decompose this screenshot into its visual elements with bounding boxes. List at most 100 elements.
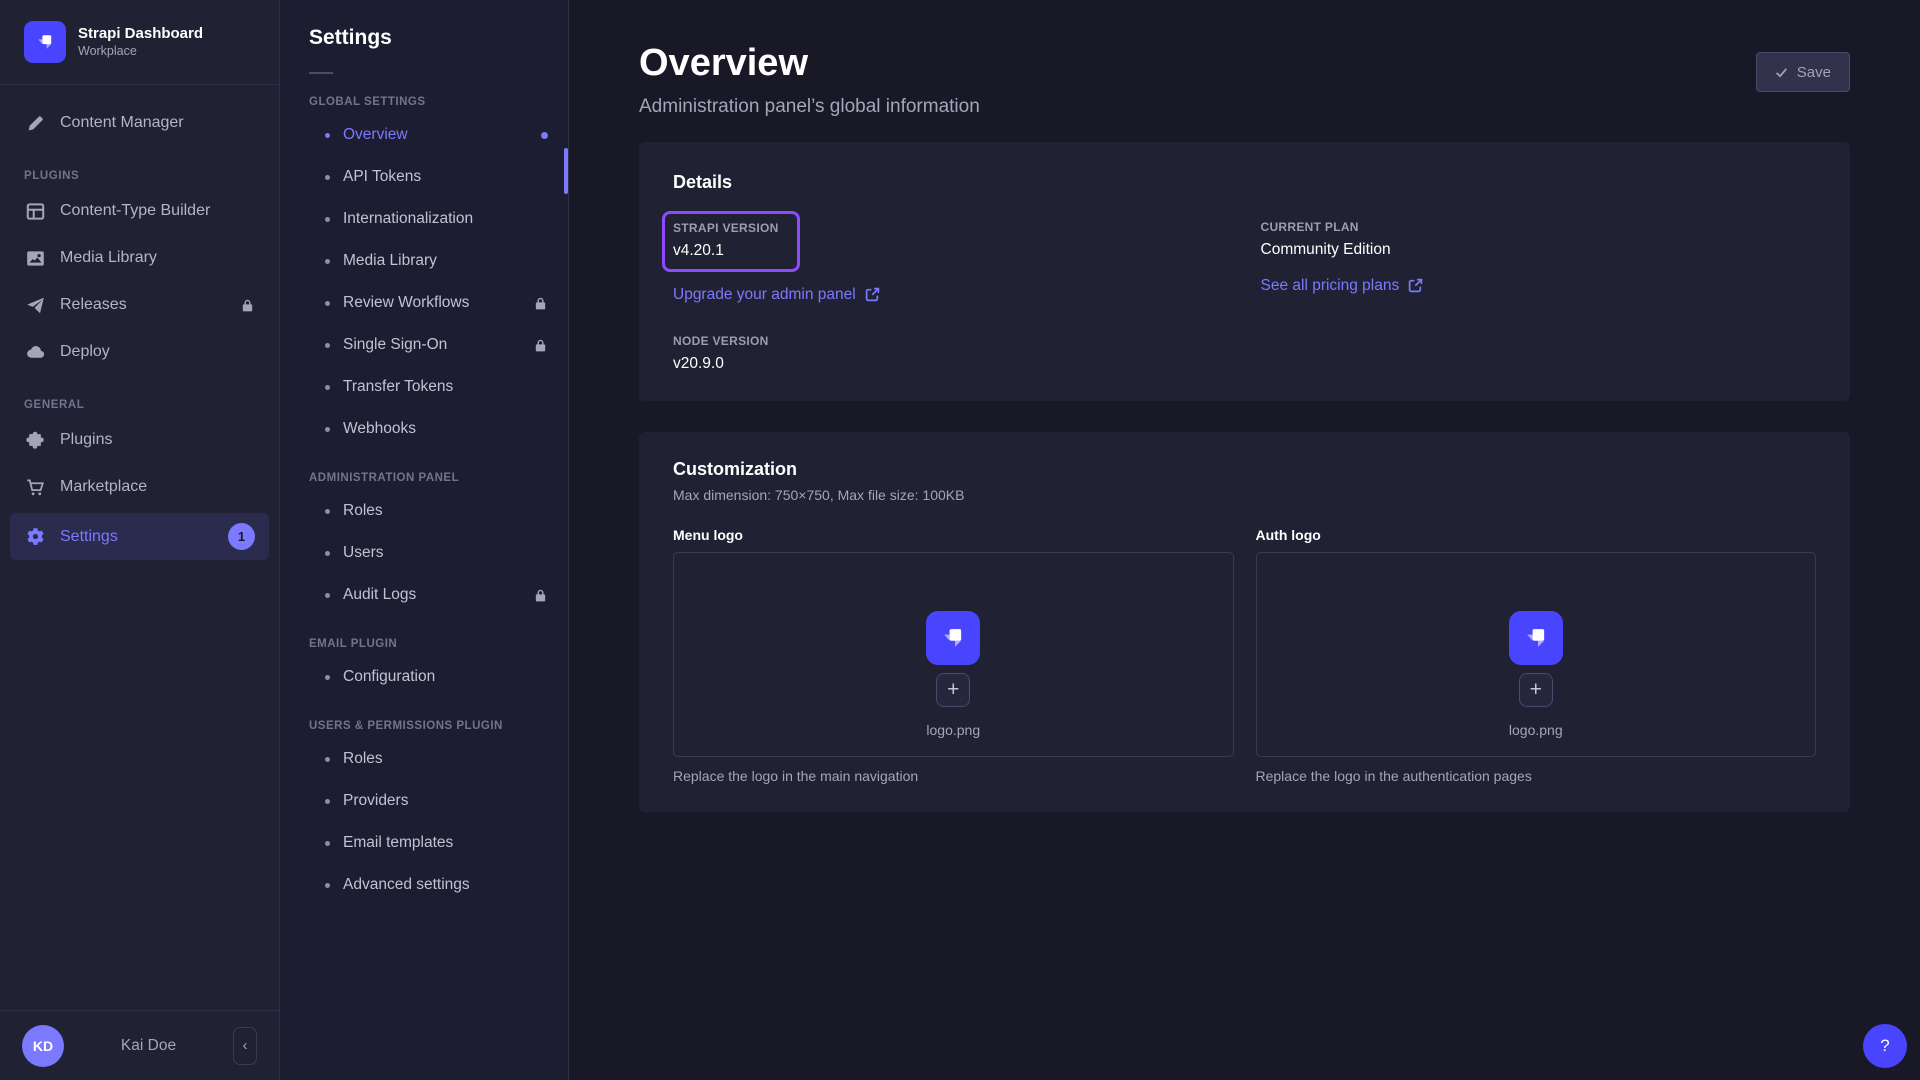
sidebar-item-marketplace[interactable]: Marketplace [10,466,269,508]
sidebar-item-content-manager[interactable]: Content Manager [10,102,269,144]
subnav-item-providers[interactable]: Providers [280,780,568,822]
collapse-sidebar-button[interactable]: ‹ [233,1027,257,1065]
bullet-icon [325,799,330,804]
subnav-item-webhooks[interactable]: Webhooks [280,408,568,450]
current-plan-value: Community Edition [1261,241,1817,259]
subnav-item-internationalization[interactable]: Internationalization [280,198,568,240]
subnav-item-label: Roles [343,502,383,520]
lock-icon [240,298,255,313]
subnav-item-media-library[interactable]: Media Library [280,240,568,282]
sidebar-item-releases[interactable]: Releases [10,284,269,326]
subnav-item-overview[interactable]: Overview [280,114,568,156]
bullet-icon [325,343,330,348]
sidebar-item-deploy[interactable]: Deploy [10,331,269,373]
menu-logo-field: Menu logo + logo.png Replace the logo [673,527,1234,784]
page-title: Overview [639,42,980,86]
sidebar-item-label: Plugins [60,431,112,449]
subnav-section-administration-panel: ADMINISTRATION PANEL [280,472,568,484]
bullet-icon [325,217,330,222]
subnav-item-api-tokens[interactable]: API Tokens [280,156,568,198]
sidebar-item-settings[interactable]: Settings 1 [10,513,269,560]
sidebar-item-label: Content Manager [60,114,184,132]
bullet-icon [325,757,330,762]
notification-dot-icon [541,132,548,139]
subnav-item-label: API Tokens [343,168,421,186]
customization-card: Customization Max dimension: 750×750, Ma… [639,432,1850,812]
subnav-divider [309,72,333,74]
subnav-item-admin-roles[interactable]: Roles [280,490,568,532]
bullet-icon [325,427,330,432]
strapi-logo-icon [1509,611,1563,665]
gear-icon [24,526,46,548]
subnav-item-email-templates[interactable]: Email templates [280,822,568,864]
section-label-general: GENERAL [0,399,279,411]
sidebar-item-media-library[interactable]: Media Library [10,237,269,279]
cart-icon [24,476,46,498]
workspace-brand[interactable]: Strapi Dashboard Workplace [0,0,279,85]
sidebar-item-label: Deploy [60,343,110,361]
pricing-plans-link[interactable]: See all pricing plans [1261,277,1424,295]
page-header: Overview Administration panel’s global i… [639,42,1850,118]
subnav-item-advanced-settings[interactable]: Advanced settings [280,864,568,906]
subnav-item-audit-logs[interactable]: Audit Logs [280,574,568,616]
subnav-item-label: Internationalization [343,210,473,228]
sidebar-item-plugins[interactable]: Plugins [10,419,269,461]
save-button-label: Save [1797,64,1831,81]
pen-icon [24,112,46,134]
node-version-label: NODE VERSION [673,334,1229,348]
avatar[interactable]: KD [22,1025,64,1067]
add-logo-button[interactable]: + [1519,673,1553,707]
customization-constraints: Max dimension: 750×750, Max file size: 1… [673,487,1816,503]
paper-plane-icon [24,294,46,316]
sidebar-item-label: Media Library [60,249,157,267]
help-button[interactable]: ? [1863,1024,1907,1068]
workspace-name: Workplace [78,44,203,60]
settings-notification-badge: 1 [228,523,255,550]
user-name: Kai Doe [64,1037,233,1055]
image-icon [24,247,46,269]
sidebar-item-label: Settings [60,528,118,546]
sidebar-item-content-type-builder[interactable]: Content-Type Builder [10,190,269,232]
subnav-item-up-roles[interactable]: Roles [280,738,568,780]
auth-logo-caption: Replace the logo in the authentication p… [1256,768,1817,784]
bullet-icon [325,133,330,138]
settings-subnav: Settings GLOBAL SETTINGS Overview API To… [280,0,569,1080]
auth-logo-upload-box[interactable]: + logo.png [1256,552,1817,757]
node-version-value: v20.9.0 [673,355,1229,373]
lock-icon [533,296,548,311]
layout-icon [24,200,46,222]
subnav-item-label: Audit Logs [343,586,416,604]
subnav-item-label: Review Workflows [343,294,469,312]
bullet-icon [325,509,330,514]
add-logo-button[interactable]: + [936,673,970,707]
auth-logo-field: Auth logo + logo.png Replace the logo [1256,527,1817,784]
strapi-version-value: v4.20.1 [673,242,779,260]
subnav-section-users-permissions-plugin: USERS & PERMISSIONS PLUGIN [280,720,568,732]
pricing-link-label: See all pricing plans [1261,277,1400,295]
chevron-left-icon: ‹ [243,1037,248,1054]
subnav-scrollbar-thumb[interactable] [564,148,568,194]
subnav-item-label: Users [343,544,383,562]
subnav-item-label: Media Library [343,252,437,270]
sidebar-item-label: Content-Type Builder [60,202,210,220]
sidebar-item-label: Releases [60,296,127,314]
subnav-item-label: Single Sign-On [343,336,447,354]
menu-logo-upload-box[interactable]: + logo.png [673,552,1234,757]
subnav-item-label: Webhooks [343,420,416,438]
check-icon [1775,66,1788,79]
subnav-item-configuration[interactable]: Configuration [280,656,568,698]
subnav-item-label: Transfer Tokens [343,378,453,396]
subnav-item-review-workflows[interactable]: Review Workflows [280,282,568,324]
subnav-item-single-sign-on[interactable]: Single Sign-On [280,324,568,366]
subnav-item-transfer-tokens[interactable]: Transfer Tokens [280,366,568,408]
details-card: Details STRAPI VERSION v4.20.1 Upgrade y… [639,142,1850,401]
upgrade-link-label: Upgrade your admin panel [673,286,856,304]
cloud-icon [24,341,46,363]
subnav-item-label: Advanced settings [343,876,470,894]
puzzle-icon [24,429,46,451]
upgrade-admin-panel-link[interactable]: Upgrade your admin panel [673,286,880,304]
brand-name: Strapi Dashboard [78,25,203,44]
save-button[interactable]: Save [1756,52,1850,92]
subnav-item-admin-users[interactable]: Users [280,532,568,574]
bullet-icon [325,593,330,598]
